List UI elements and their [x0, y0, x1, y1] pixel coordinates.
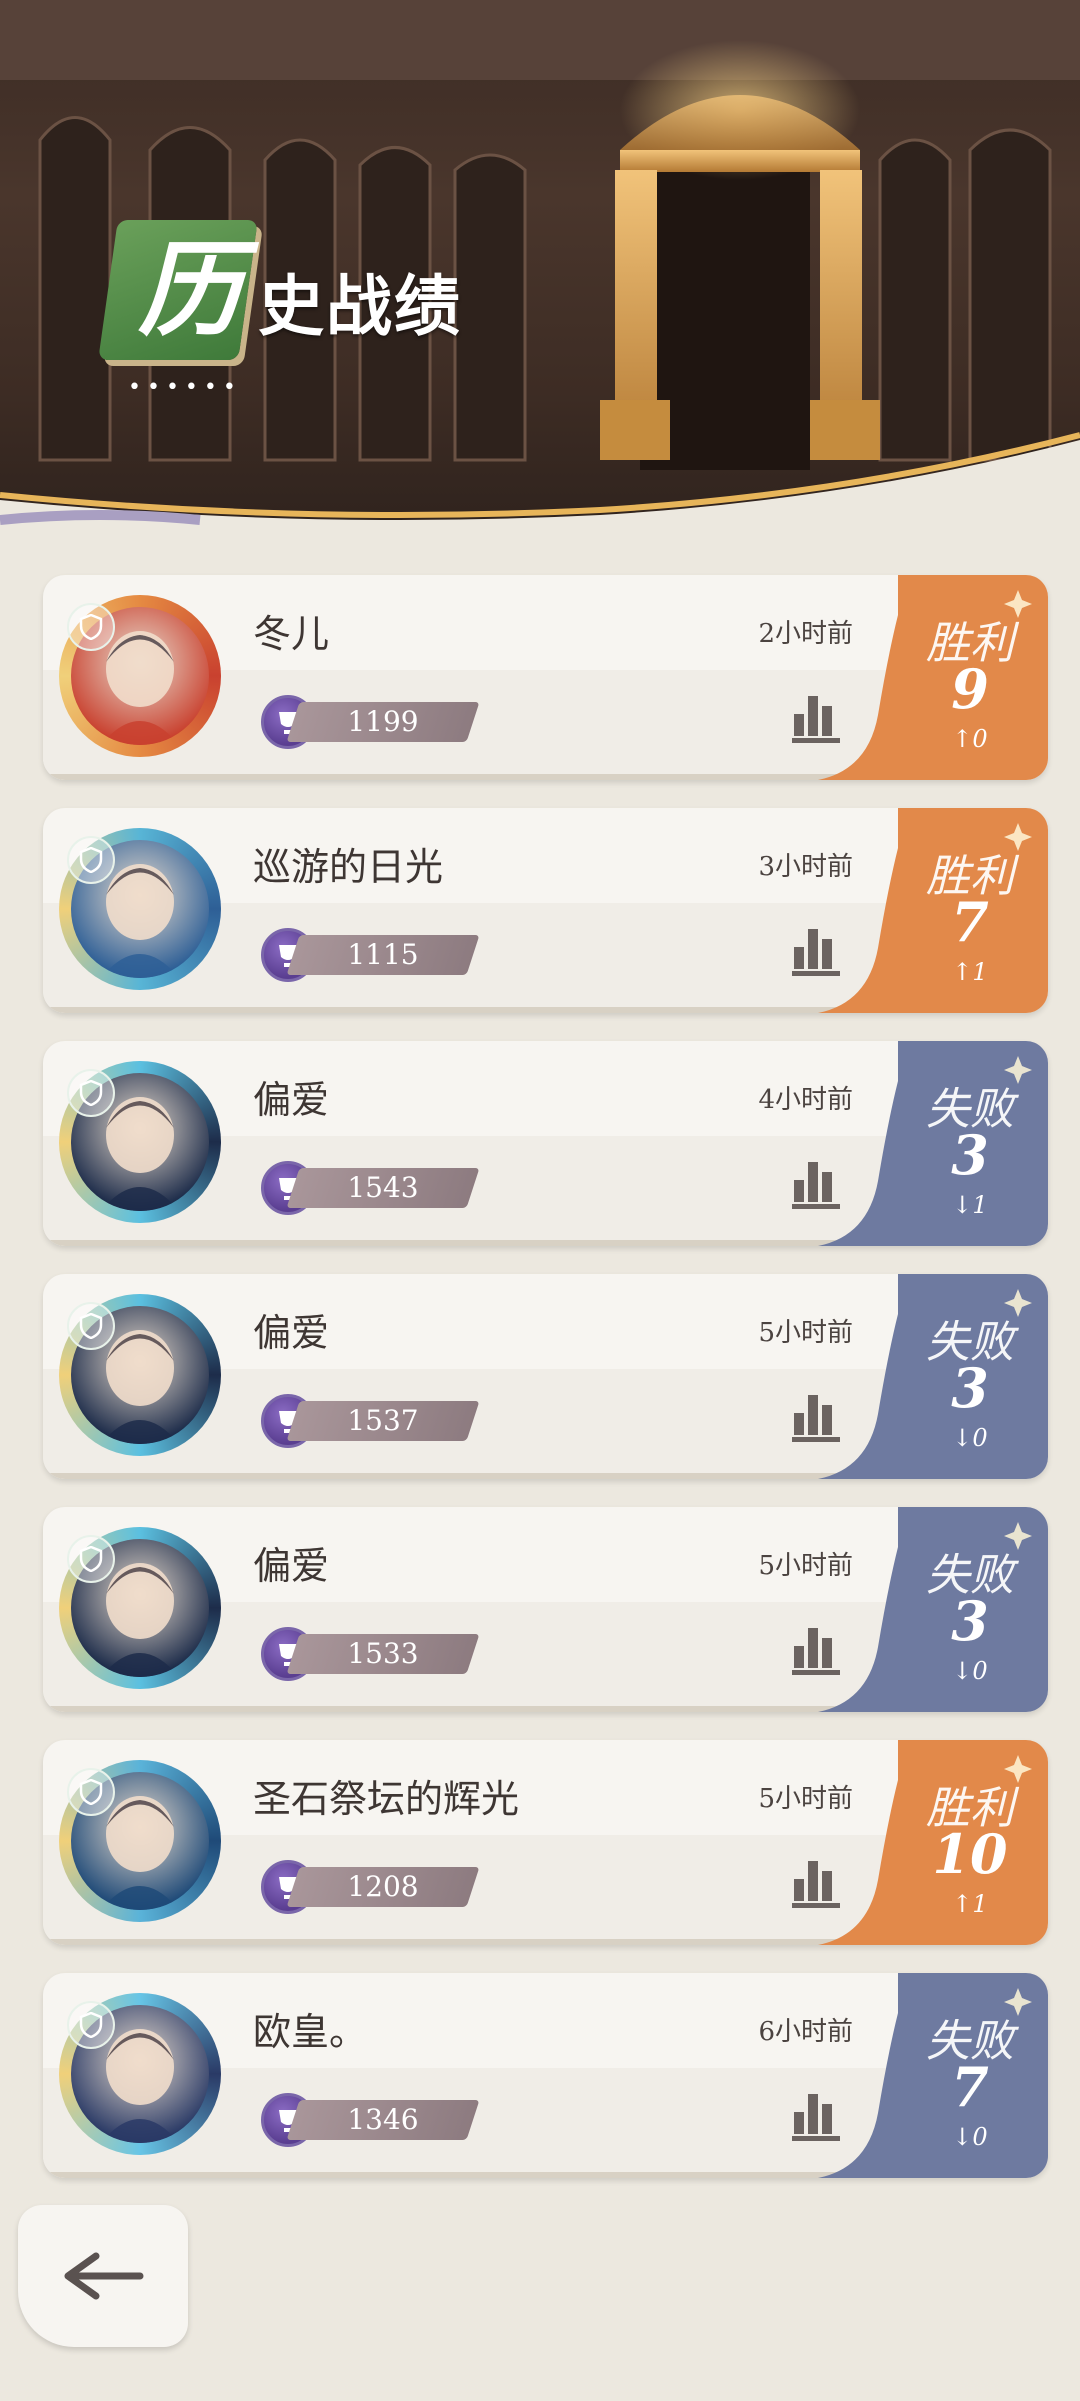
shield-icon — [67, 2001, 115, 2049]
title-dots: •••••• — [128, 375, 242, 400]
player-score: 1537 — [347, 1404, 419, 1437]
match-record-card[interactable]: 欧皇。 6小时前 1346 失败 7 ↓0 — [43, 1973, 1048, 2178]
title-badge-char: 历 — [137, 228, 242, 351]
result-panel: 失败 3 ↓0 — [818, 1507, 1048, 1712]
match-record-card[interactable]: 巡游的日光 3小时前 1115 胜利 7 ↑1 — [43, 808, 1048, 1013]
result-delta: ↓0 — [952, 2123, 988, 2151]
player-score: 1533 — [347, 1637, 419, 1670]
player-score: 1346 — [347, 2103, 419, 2136]
result-delta: ↓1 — [952, 1191, 988, 1219]
match-record-card[interactable]: 偏爱 5小时前 1537 失败 3 ↓0 — [43, 1274, 1048, 1479]
player-avatar[interactable] — [59, 1993, 221, 2155]
shield-icon — [67, 1302, 115, 1350]
shield-icon — [67, 603, 115, 651]
player-score: 1115 — [347, 938, 419, 971]
page-title: 历 史战绩 •••••• — [98, 215, 528, 400]
result-count: 3 — [951, 1356, 989, 1420]
result-delta: ↑1 — [952, 958, 988, 986]
result-panel: 胜利 10 ↑1 — [818, 1740, 1048, 1945]
player-avatar[interactable] — [59, 1061, 221, 1223]
match-record-card[interactable]: 偏爱 5小时前 1533 失败 3 ↓0 — [43, 1507, 1048, 1712]
result-delta: ↑0 — [952, 725, 988, 753]
player-avatar[interactable] — [59, 1294, 221, 1456]
result-delta: ↓0 — [952, 1424, 988, 1452]
result-count: 3 — [951, 1123, 989, 1187]
back-button[interactable] — [18, 2205, 188, 2347]
shield-icon — [67, 836, 115, 884]
player-name: 巡游的日光 — [253, 845, 444, 889]
result-count: 7 — [951, 890, 989, 954]
result-delta: ↑1 — [952, 1890, 988, 1918]
player-name: 偏爱 — [253, 1311, 330, 1355]
player-name: 偏爱 — [253, 1544, 330, 1588]
player-name: 圣石祭坛的辉光 — [253, 1777, 520, 1821]
result-count: 9 — [951, 657, 989, 721]
player-score: 1543 — [347, 1171, 419, 1204]
player-name: 冬儿 — [253, 612, 330, 656]
match-record-card[interactable]: 冬儿 2小时前 1199 胜利 9 ↑0 — [43, 575, 1048, 780]
match-record-card[interactable]: 圣石祭坛的辉光 5小时前 1208 胜利 10 ↑1 — [43, 1740, 1048, 1945]
player-avatar[interactable] — [59, 1760, 221, 1922]
result-count: 7 — [951, 2055, 989, 2119]
shield-icon — [67, 1768, 115, 1816]
result-count: 3 — [951, 1589, 989, 1653]
shield-icon — [67, 1535, 115, 1583]
player-score: 1208 — [347, 1870, 419, 1903]
result-count: 10 — [932, 1822, 1008, 1886]
result-delta: ↓0 — [952, 1657, 988, 1685]
back-arrow-icon — [64, 2252, 144, 2300]
player-score: 1199 — [347, 705, 419, 738]
result-panel: 失败 3 ↓0 — [818, 1274, 1048, 1479]
player-avatar[interactable] — [59, 595, 221, 757]
result-panel: 胜利 9 ↑0 — [818, 575, 1048, 780]
player-avatar[interactable] — [59, 828, 221, 990]
result-panel: 失败 7 ↓0 — [818, 1973, 1048, 2178]
result-panel: 胜利 7 ↑1 — [818, 808, 1048, 1013]
match-record-card[interactable]: 偏爱 4小时前 1543 失败 3 ↓1 — [43, 1041, 1048, 1246]
header-banner: 历 史战绩 •••••• — [0, 0, 1080, 560]
player-avatar[interactable] — [59, 1527, 221, 1689]
result-panel: 失败 3 ↓1 — [818, 1041, 1048, 1246]
title-text: 史战绩 — [258, 267, 462, 345]
shield-icon — [67, 1069, 115, 1117]
player-name: 偏爱 — [253, 1078, 330, 1122]
player-name: 欧皇。 — [253, 2010, 368, 2054]
